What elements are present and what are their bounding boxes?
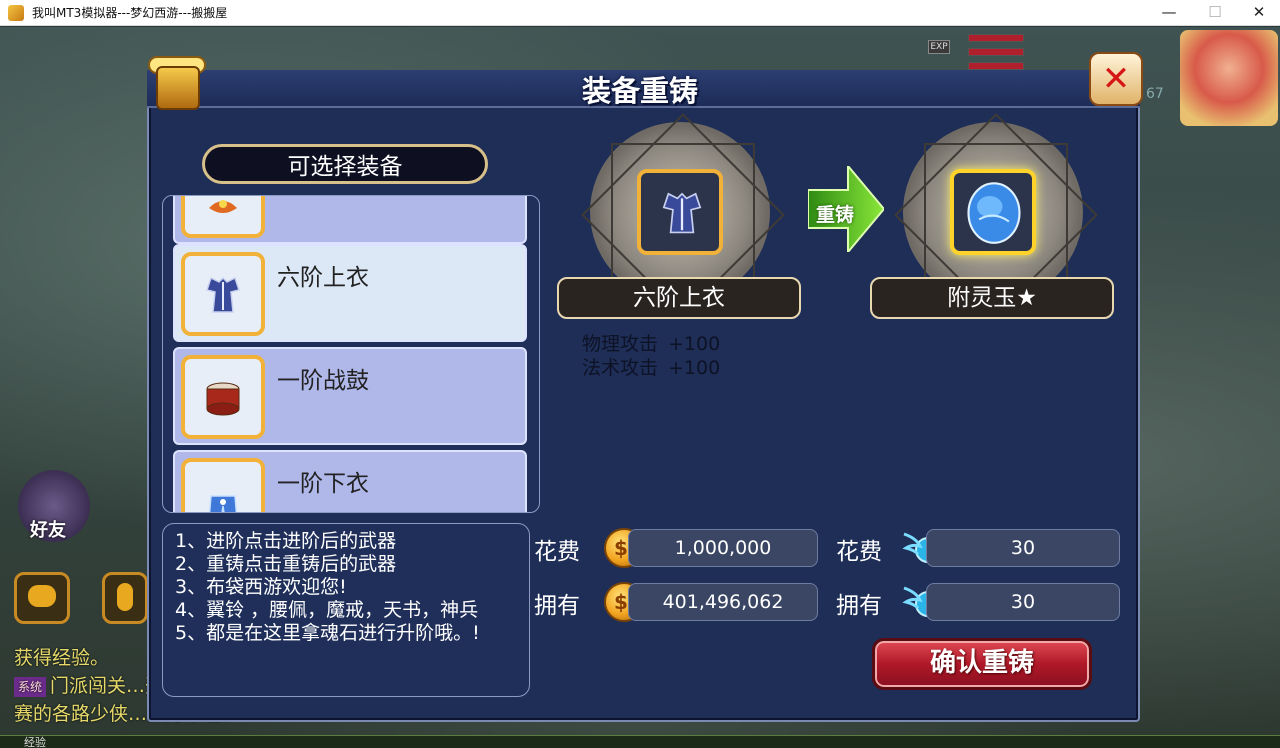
instruction-line: 2、重铸点击重铸后的武器 <box>175 553 397 575</box>
armor-bottom-icon <box>208 495 238 512</box>
voice-button[interactable] <box>102 572 148 624</box>
reforge-arrow-label: 重铸 <box>816 204 855 226</box>
soul-own-label: 拥有 <box>836 593 882 619</box>
gold-own-label: 拥有 <box>534 593 580 619</box>
armor-top-icon <box>206 276 240 313</box>
item-name: 六阶上衣 <box>277 265 369 291</box>
stat-row: 物理攻击 +100 <box>582 333 721 355</box>
exp-bar: 经验 <box>0 735 1280 748</box>
equipment-list-header: 可选择装备 <box>202 144 488 184</box>
exp-tag: EXP <box>928 40 950 54</box>
source-magic-circle <box>581 113 785 317</box>
target-item-name: 附灵玉★ <box>870 277 1114 319</box>
instruction-line: 3、布袋西游欢迎您! <box>175 576 347 598</box>
item-name: 一阶下衣 <box>277 471 369 497</box>
status-bars <box>968 34 1024 74</box>
panel-close-button[interactable]: ✕ <box>1089 52 1143 106</box>
close-icon: ✕ <box>1101 59 1131 99</box>
item-stats: 物理攻击 +100 法术攻击 +100 <box>582 332 720 380</box>
list-item[interactable] <box>173 196 527 244</box>
instruction-line: 1、进阶点击进阶后的武器 <box>175 530 397 552</box>
spirit-jade-icon <box>967 182 1021 244</box>
app-icon <box>8 4 24 21</box>
source-item-name: 六阶上衣 <box>557 277 801 319</box>
instruction-line: 5、都是在这里拿魂石进行升阶哦。! <box>175 622 480 644</box>
orange-accessory-icon <box>209 200 237 213</box>
item-name: 一阶战鼓 <box>277 368 369 394</box>
list-item-selected[interactable]: 六阶上衣 <box>173 244 527 342</box>
instructions-box: 1、进阶点击进阶后的武器 2、重铸点击重铸后的武器 3、布袋西游欢迎您! 4、翼… <box>162 523 530 697</box>
chat-bubble-icon <box>28 585 56 607</box>
microphone-icon <box>117 583 133 611</box>
gold-cost-label: 花费 <box>534 539 580 565</box>
item-slot <box>181 252 265 336</box>
list-item[interactable]: 一阶战鼓 <box>173 347 527 445</box>
target-magic-circle <box>894 113 1098 317</box>
war-drum-icon <box>206 382 240 416</box>
chat-button[interactable] <box>14 572 70 624</box>
item-slot <box>181 355 265 439</box>
window-close-button[interactable]: ✕ <box>1236 0 1280 26</box>
channel-tag: 系统 <box>14 676 47 697</box>
source-item-slot[interactable] <box>637 169 723 255</box>
item-slot <box>181 458 265 512</box>
instruction-line: 4、翼铃 ，腰佩，魔戒，天书，神兵 <box>175 599 479 621</box>
panel-title: 装备重铸 <box>581 74 698 108</box>
gold-cost-value: 1,000,000 <box>628 529 818 567</box>
player-level: 67 <box>1146 86 1164 102</box>
window-title: 我叫MT3模拟器---梦幻西游---搬搬屋 <box>32 6 228 20</box>
window-titlebar: 我叫MT3模拟器---梦幻西游---搬搬屋 — ☐ ✕ <box>0 0 1280 26</box>
friend-label: 好友 <box>30 520 66 541</box>
equipment-list[interactable]: 六阶上衣 一阶战鼓 一阶下衣 <box>162 195 540 513</box>
soul-cost-value: 30 <box>926 529 1120 567</box>
treasure-chest-icon <box>146 52 210 114</box>
minimize-button[interactable]: — <box>1146 0 1192 26</box>
list-item[interactable]: 一阶下衣 <box>173 450 527 512</box>
armor-top-icon <box>662 192 702 234</box>
item-slot <box>181 196 265 238</box>
exp-label: 经验 <box>24 736 46 748</box>
stat-row: 法术攻击 +100 <box>582 357 721 379</box>
target-item-slot[interactable] <box>950 169 1036 255</box>
player-portrait[interactable] <box>1180 30 1278 126</box>
maximize-button[interactable]: ☐ <box>1192 0 1238 26</box>
soul-cost-label: 花费 <box>836 539 882 565</box>
gold-own-value: 401,496,062 <box>628 583 818 621</box>
soul-own-value: 30 <box>926 583 1120 621</box>
confirm-reforge-button[interactable]: 确认重铸 <box>872 638 1092 690</box>
